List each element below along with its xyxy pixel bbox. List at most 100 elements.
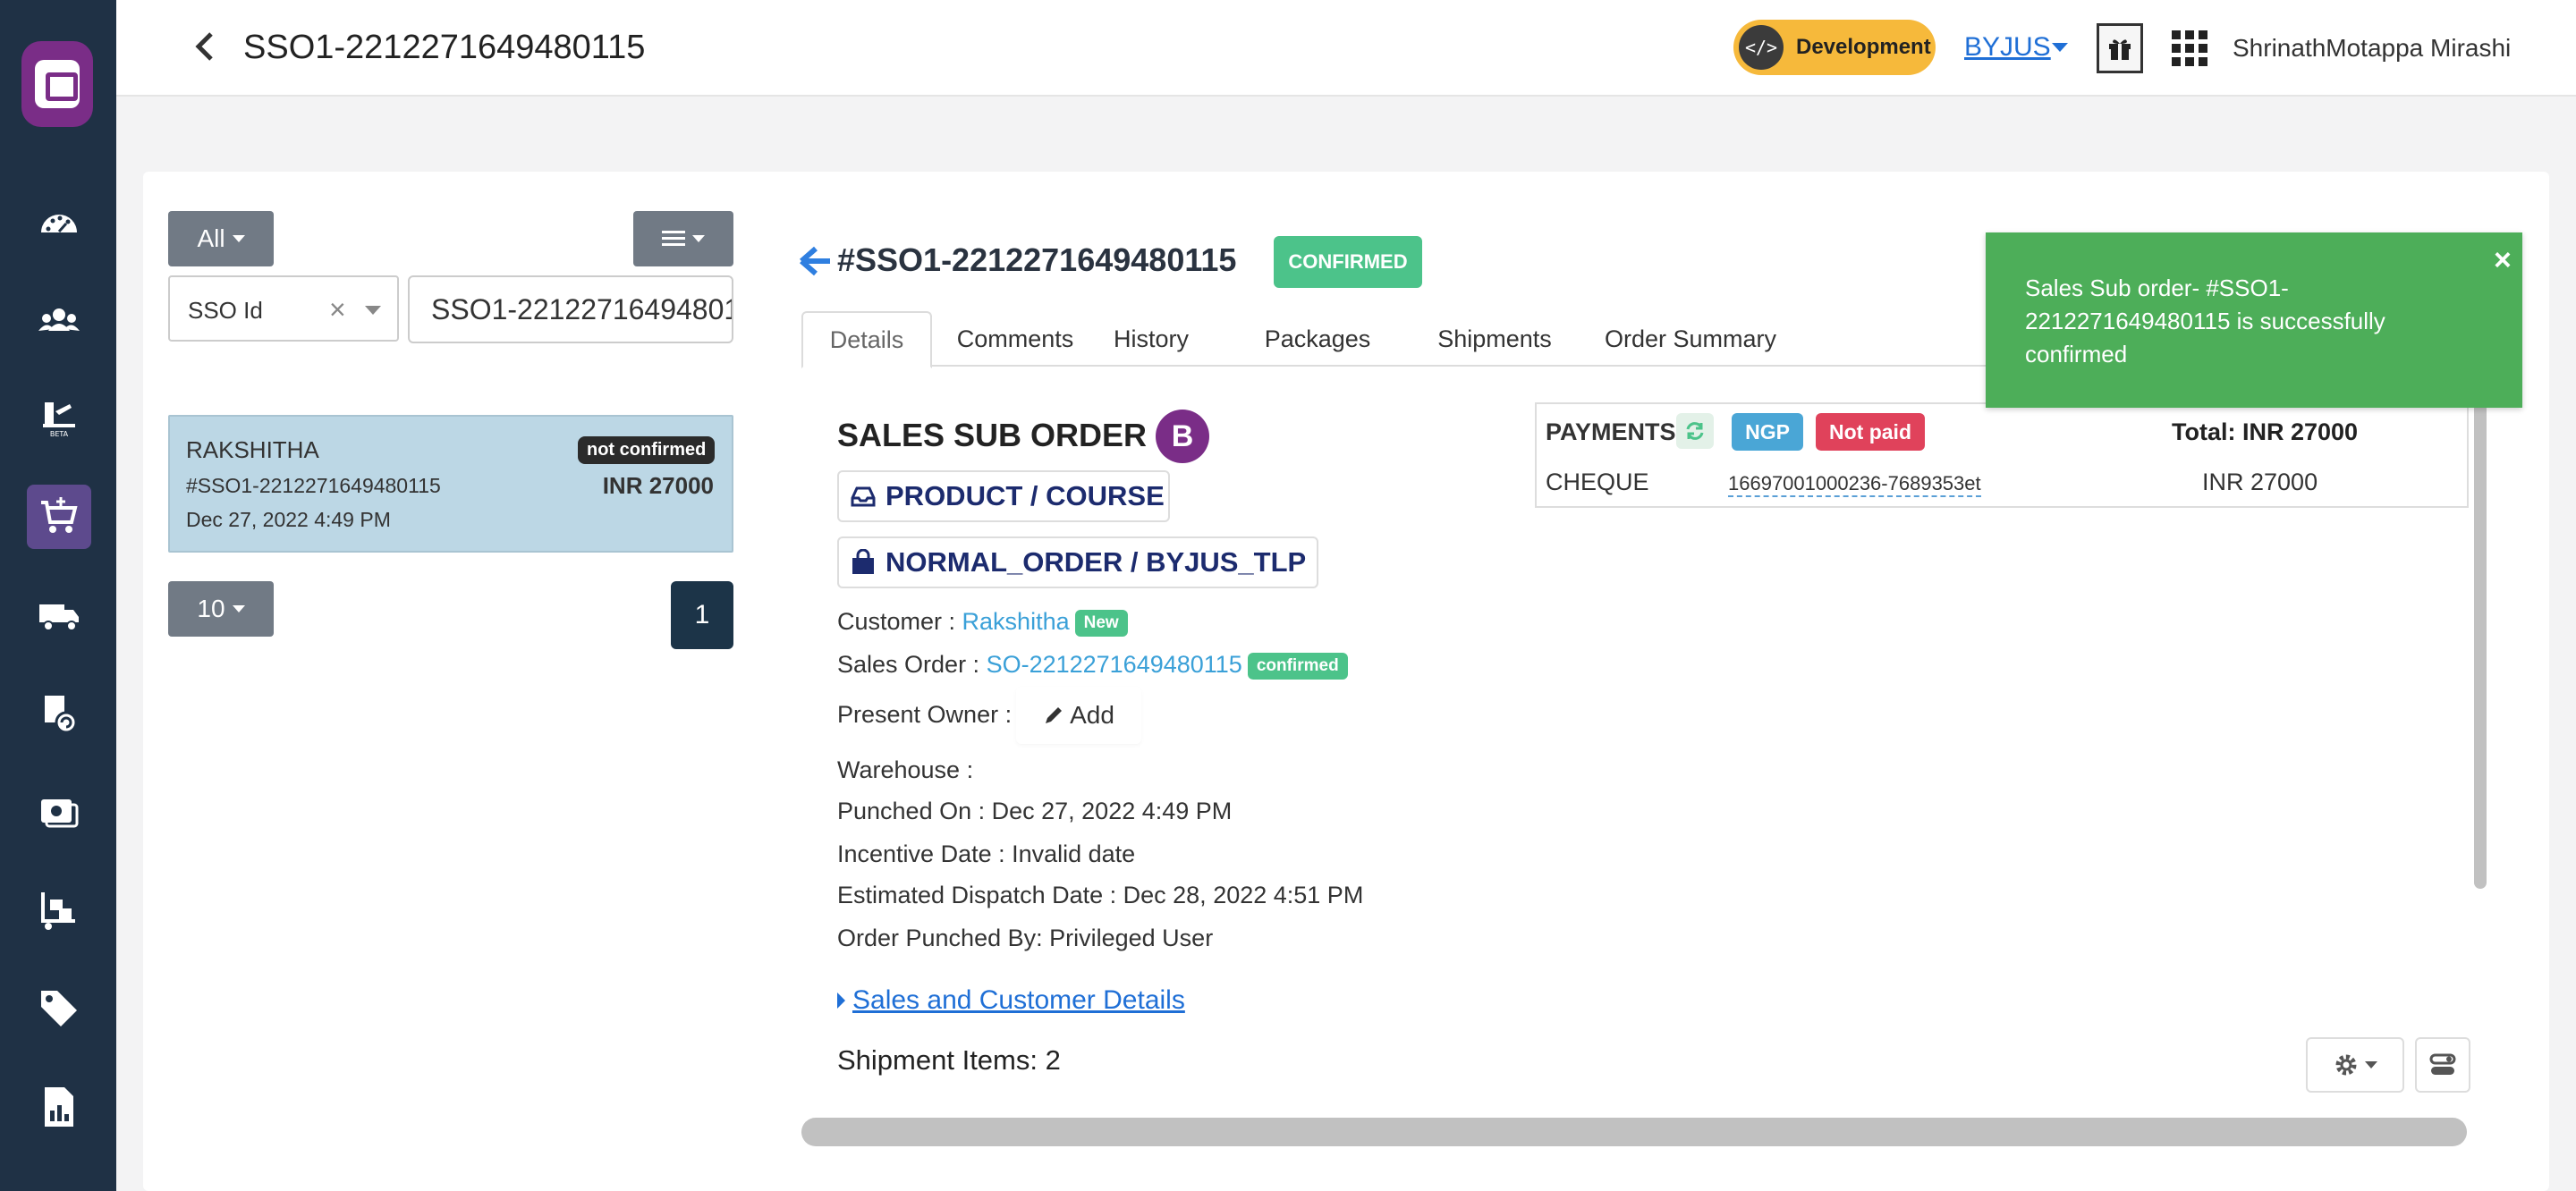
refresh-button[interactable] — [1676, 413, 1714, 449]
present-owner-label: Present Owner : — [837, 701, 1013, 728]
app-logo[interactable] — [21, 41, 93, 127]
tab-history[interactable]: History — [1102, 311, 1200, 367]
customer-label: Customer : — [837, 608, 962, 635]
payments-title: PAYMENTS — [1546, 418, 1676, 445]
search-field-select[interactable]: SSO Id × — [168, 275, 399, 342]
svg-text:BETA: BETA — [50, 430, 69, 438]
tab-shipments[interactable]: Shipments — [1428, 311, 1562, 367]
back-arrow-icon[interactable] — [188, 29, 224, 64]
filter-dropdown[interactable]: All — [168, 211, 274, 266]
sales-order-label: Sales Order : — [837, 651, 987, 678]
detail-tabs: Details Comments History Packages Shipme… — [801, 311, 1991, 368]
menu-dropdown[interactable] — [633, 211, 733, 266]
search-input[interactable] — [408, 275, 733, 343]
payment-method: CHEQUE — [1546, 469, 1649, 495]
shipment-items-count: Shipment Items: 2 — [837, 1044, 1061, 1076]
orders-cart-icon[interactable] — [27, 485, 91, 549]
pencil-icon — [1046, 707, 1063, 723]
punched-by-line: Order Punched By: Privileged User — [837, 925, 1214, 951]
payment-amount: INR 27000 — [2202, 469, 2318, 495]
new-badge: New — [1074, 609, 1128, 637]
tab-comments[interactable]: Comments — [950, 311, 1080, 367]
incentive-date-line: Incentive Date : Invalid date — [837, 840, 1136, 867]
column-toggle-button[interactable] — [2415, 1037, 2470, 1093]
top-header: SSO1-2212271649480115 </> Development BY… — [116, 0, 2576, 97]
settings-dropdown[interactable] — [2306, 1037, 2404, 1093]
order-type-label: NORMAL_ORDER / BYJUS_TLP — [886, 546, 1307, 578]
confirmed-badge: confirmed — [1247, 652, 1348, 680]
returns-icon[interactable] — [27, 681, 91, 746]
order-amount: INR 27000 — [602, 472, 714, 499]
warehouse-line: Warehouse : — [837, 756, 974, 783]
sales-order-line: Sales Order : SO-2212271649480115 confirm… — [837, 651, 1348, 680]
tag-icon[interactable] — [27, 976, 91, 1041]
cart-logo-icon — [35, 60, 80, 108]
chevron-down-icon[interactable] — [2052, 43, 2068, 52]
add-owner-button[interactable]: Add — [1016, 687, 1141, 744]
caret-down-icon — [692, 235, 705, 242]
search-field-value: SSO Id — [188, 297, 263, 324]
warehouse-trolley-icon[interactable] — [27, 878, 91, 942]
customer-name: RAKSHITHA — [186, 436, 319, 463]
sales-customer-details-label: Sales and Customer Details — [852, 985, 1185, 1015]
reports-icon[interactable] — [27, 1075, 91, 1139]
horizontal-scrollbar[interactable] — [801, 1118, 2467, 1146]
close-icon[interactable]: × — [2494, 243, 2512, 278]
inbox-icon — [851, 486, 876, 507]
environment-label: Development — [1796, 35, 1931, 59]
apps-grid-icon[interactable] — [2172, 30, 2207, 66]
success-toast: Sales Sub order- #SSO1-2212271649480115 … — [1986, 232, 2522, 408]
filter-label: All — [197, 224, 225, 252]
refresh-icon — [1686, 422, 1704, 440]
beta-tools-icon[interactable]: BETA — [27, 386, 91, 451]
gift-button[interactable] — [2097, 23, 2143, 73]
sales-order-link[interactable]: SO-2212271649480115 — [987, 651, 1242, 678]
clear-icon[interactable]: × — [329, 293, 346, 326]
vertical-scrollbar[interactable] — [2474, 402, 2487, 889]
section-heading: SALES SUB ORDER — [837, 417, 1148, 453]
tab-packages[interactable]: Packages — [1259, 311, 1376, 367]
delivery-truck-icon[interactable] — [27, 583, 91, 647]
tab-details[interactable]: Details — [801, 311, 932, 368]
payment-reference[interactable]: 16697001000236-7689353et — [1728, 472, 1981, 497]
payment-status-badge: Not paid — [1816, 413, 1925, 451]
org-switcher[interactable]: BYJUS — [1964, 32, 2051, 63]
dashboard-icon[interactable] — [27, 193, 91, 258]
sales-customer-details-toggle[interactable]: Sales and Customer Details — [837, 985, 1185, 1016]
page-size-dropdown[interactable]: 10 — [168, 581, 274, 637]
hamburger-icon — [662, 231, 685, 246]
order-title: #SSO1-2212271649480115 — [837, 241, 1237, 278]
customer-line: Customer : Rakshitha New — [837, 608, 1128, 637]
caret-down-icon — [232, 605, 245, 612]
product-type-label: PRODUCT / COURSE — [886, 480, 1165, 511]
back-arrow-icon[interactable] — [798, 243, 834, 279]
payments-icon[interactable] — [27, 780, 91, 844]
order-date: Dec 27, 2022 4:49 PM — [186, 508, 391, 531]
page-title: SSO1-2212271649480115 — [243, 29, 646, 66]
code-icon: </> — [1739, 25, 1784, 70]
shopping-bag-icon — [852, 549, 874, 574]
users-icon[interactable] — [27, 290, 91, 354]
sidebar: BETA — [0, 0, 116, 1191]
payments-table: PAYMENTS NGP Not paid Total: INR 27000 C… — [1535, 402, 2469, 508]
user-name[interactable]: ShrinathMotappa Mirashi — [2233, 34, 2511, 63]
ngp-badge: NGP — [1732, 413, 1803, 451]
chevron-down-icon[interactable] — [365, 306, 381, 315]
order-type-pill: NORMAL_ORDER / BYJUS_TLP — [837, 536, 1318, 588]
order-list-item[interactable]: RAKSHITHA #SSO1-2212271649480115 Dec 27,… — [168, 415, 733, 553]
brand-badge: B — [1156, 410, 1209, 463]
caret-right-icon — [837, 992, 845, 1009]
status-badge: CONFIRMED — [1274, 236, 1422, 288]
product-type-pill: PRODUCT / COURSE — [837, 470, 1170, 522]
toast-message: Sales Sub order- #SSO1-2212271649480115 … — [2025, 275, 2385, 367]
estimated-dispatch-line: Estimated Dispatch Date : Dec 28, 2022 4… — [837, 882, 1364, 908]
add-label: Add — [1070, 701, 1114, 729]
tab-order-summary[interactable]: Order Summary — [1603, 311, 1778, 367]
status-badge: not confirmed — [578, 436, 716, 464]
environment-badge[interactable]: </> Development — [1733, 20, 1936, 75]
pagination-page[interactable]: 1 — [671, 581, 733, 649]
customer-link[interactable]: Rakshitha — [962, 608, 1070, 635]
punched-on-line: Punched On : Dec 27, 2022 4:49 PM — [837, 798, 1233, 824]
toggle-icon — [2429, 1053, 2456, 1075]
order-id: #SSO1-2212271649480115 — [186, 474, 441, 497]
